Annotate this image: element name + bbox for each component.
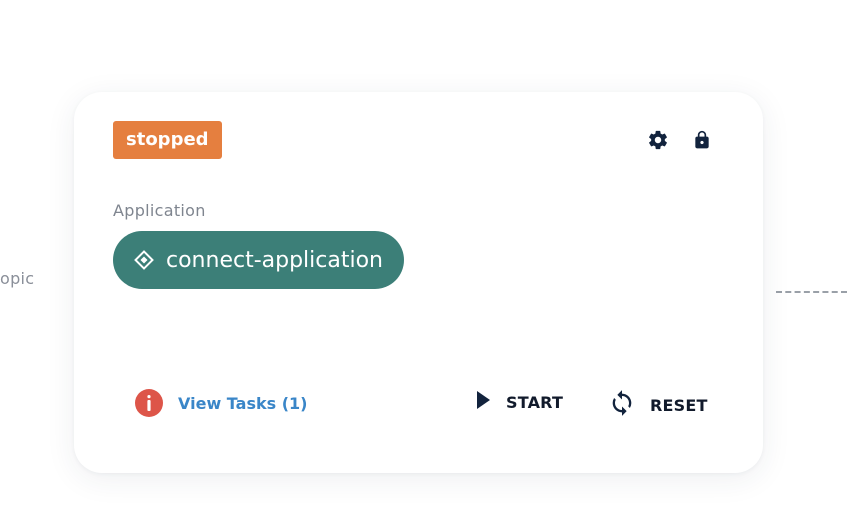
refresh-icon [608, 389, 636, 422]
play-icon [474, 389, 492, 416]
section-label: Application [113, 201, 206, 220]
application-card: stopped Application connect-application … [74, 92, 763, 473]
gear-icon[interactable] [646, 128, 670, 152]
card-footer: View Tasks (1) START RESET [135, 389, 715, 421]
reset-button[interactable]: RESET [608, 389, 708, 422]
connector-line [776, 291, 847, 293]
reset-label: RESET [650, 396, 708, 415]
application-pill[interactable]: connect-application [113, 231, 404, 289]
application-name: connect-application [166, 247, 383, 273]
canvas: opic stopped Application connect-applica… [0, 0, 847, 518]
lock-icon[interactable] [690, 128, 714, 152]
info-icon [135, 389, 163, 417]
diamond-icon [134, 250, 154, 270]
view-tasks-label: View Tasks (1) [178, 393, 308, 413]
view-tasks-link[interactable]: View Tasks (1) [135, 389, 307, 417]
start-button[interactable]: START [474, 389, 563, 416]
topic-node-label: opic [0, 269, 35, 288]
start-label: START [506, 393, 564, 412]
status-badge: stopped [113, 121, 222, 159]
card-toolbar [646, 128, 714, 152]
